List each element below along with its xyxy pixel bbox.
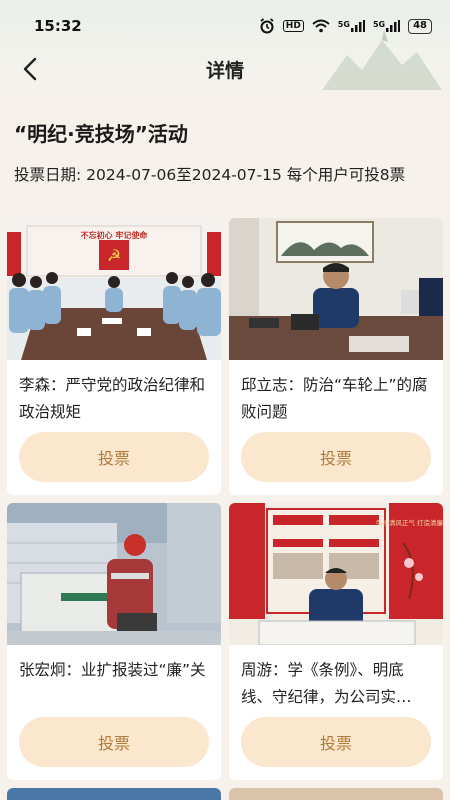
back-arrow-icon[interactable] (18, 56, 44, 82)
page-title: 详情 (205, 59, 244, 82)
candidate-card[interactable]: 邱立志：防治“车轮上”的腐败问题 投票 (229, 218, 443, 495)
signal-icon-2: 5G (372, 20, 401, 32)
status-time: 15:32 (34, 17, 82, 35)
candidate-photo (7, 503, 221, 645)
candidate-card[interactable]: 弘扬清风正气 打造清廉企业 周游：学《条例》、明底线、守纪律，为公司实… 投票 (229, 503, 443, 780)
candidate-name: 张宏炯：业扩报装过“廉”关 (19, 661, 206, 679)
candidate-photo (229, 218, 443, 360)
vote-info: 投票日期: 2024-07-06至2024-07-15 每个用户可投8票 (14, 166, 406, 184)
candidate-card-partial[interactable] (229, 788, 443, 800)
photo-banner-text: 弘扬清风正气 打造清廉企业 (376, 518, 443, 527)
signal-icon: 5G (338, 20, 365, 32)
signal-bars-icon (350, 20, 365, 32)
vote-button[interactable]: 投票 (241, 717, 431, 767)
navigation-bar: 详情 (0, 46, 450, 92)
vote-button[interactable]: 投票 (19, 432, 209, 482)
candidate-photo: 不忘初心 牢记使命 ☭ (7, 218, 221, 360)
event-title: “明纪·竞技场”活动 (14, 122, 188, 146)
signal-bars-icon (386, 20, 401, 32)
candidate-photo: 弘扬清风正气 打造清廉企业 (229, 503, 443, 645)
candidate-name: 周游：学《条例》、明底线、守纪律，为公司实… (241, 661, 412, 706)
candidate-name: 李森：严守党的政治纪律和政治规矩 (19, 376, 206, 421)
vote-button[interactable]: 投票 (241, 432, 431, 482)
signal-2-label: 5G (372, 20, 386, 29)
candidate-card-partial[interactable] (7, 788, 221, 800)
status-bar: 15:32 HD 5G 5G 48 (0, 0, 450, 52)
battery-icon: 48 (408, 18, 432, 34)
candidate-card[interactable]: 不忘初心 牢记使命 ☭ 李森：严守党的政治纪律和政治规矩 投票 (7, 218, 221, 495)
candidate-name: 邱立志：防治“车轮上”的腐败问题 (241, 376, 428, 421)
photo-banner-text: 不忘初心 牢记使命 (81, 230, 149, 240)
candidate-grid: 不忘初心 牢记使命 ☭ 李森：严守党的政治纪律和政治规矩 投票 邱立志：防治“车… (7, 218, 443, 800)
candidate-card[interactable]: 张宏炯：业扩报装过“廉”关 投票 (7, 503, 221, 780)
alarm-icon (260, 18, 274, 34)
wifi-icon (312, 19, 330, 33)
signal-1-label: 5G (337, 20, 350, 29)
svg-text:☭: ☭ (107, 246, 121, 265)
status-icons: HD 5G 5G 48 (259, 18, 432, 34)
vote-button[interactable]: 投票 (19, 717, 209, 767)
hd-badge: HD (282, 20, 304, 32)
